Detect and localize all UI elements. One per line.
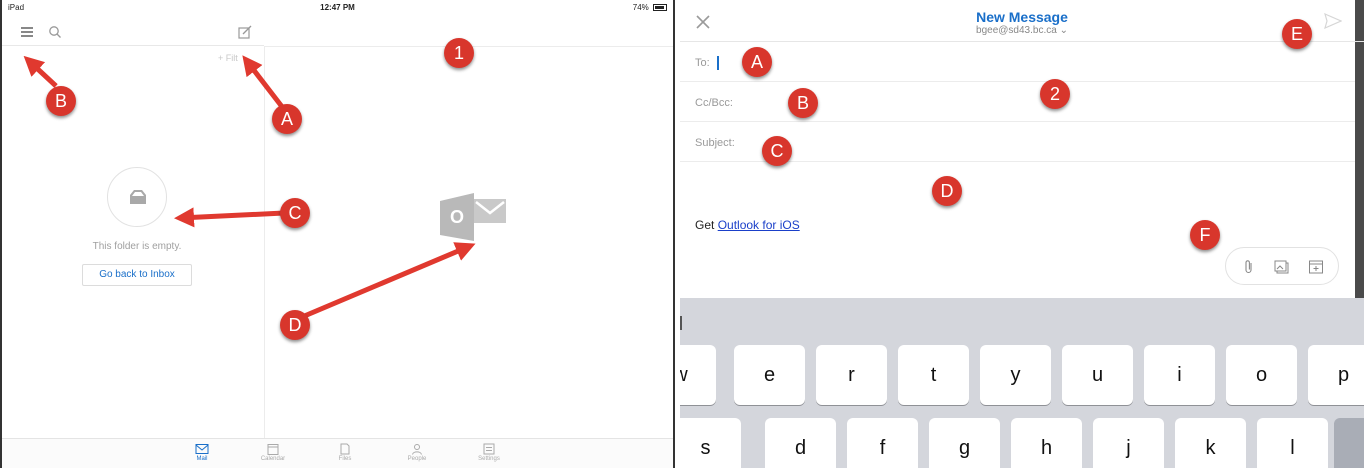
attachment-toolbar xyxy=(1225,247,1339,285)
tab-calendar-label: Calendar xyxy=(260,456,286,462)
compose-header: New Message bgee@sd43.bc.ca ⌄ xyxy=(680,0,1364,42)
chevron-down-icon: ⌄ xyxy=(1059,25,1068,36)
files-icon xyxy=(340,443,350,455)
calendar-icon xyxy=(267,444,279,455)
outlook-logo-icon: O xyxy=(440,193,506,241)
badge-right-f: F xyxy=(1190,220,1220,250)
cc-bcc-field-row: Cc/Bcc: xyxy=(680,82,1355,122)
mail-icon xyxy=(195,444,209,454)
badge-left-d: D xyxy=(280,310,310,340)
photo-icon[interactable] xyxy=(1274,259,1290,275)
new-message-panel: New Message bgee@sd43.bc.ca ⌄ To: Cc/Bcc… xyxy=(680,0,1364,468)
empty-folder-message: This folder is empty. xyxy=(92,241,182,252)
badge-right-e: E xyxy=(1282,19,1312,49)
key-f[interactable]: f xyxy=(847,418,918,468)
key-e[interactable]: e xyxy=(734,345,805,405)
on-screen-keyboard: w e r t y u i o p s d f g h j k l xyxy=(680,298,1364,468)
compose-icon[interactable] xyxy=(238,25,252,39)
tab-mail[interactable]: Mail xyxy=(182,443,222,462)
badge-left-b: B xyxy=(46,86,76,116)
badge-left-c: C xyxy=(280,198,310,228)
key-r[interactable]: r xyxy=(816,345,887,405)
key-h[interactable]: h xyxy=(1011,418,1082,468)
badge-right-d: D xyxy=(932,176,962,206)
account-selector[interactable]: bgee@sd43.bc.ca ⌄ xyxy=(680,25,1364,36)
tab-calendar[interactable]: Calendar xyxy=(253,443,293,462)
paperclip-icon[interactable] xyxy=(1241,259,1257,275)
tab-people-label: People xyxy=(407,456,427,462)
key-u[interactable]: u xyxy=(1062,345,1133,405)
mail-list-toolbar xyxy=(2,18,264,46)
key-return[interactable] xyxy=(1334,418,1364,468)
tab-settings[interactable]: Settings xyxy=(469,443,509,462)
badge-number-1: 1 xyxy=(444,38,474,68)
cc-bcc-label: Cc/Bcc: xyxy=(695,97,733,109)
badge-right-c: C xyxy=(762,136,792,166)
pane-divider xyxy=(264,46,265,438)
inbox-tray-icon xyxy=(130,190,146,204)
text-cursor xyxy=(717,56,719,70)
outlook-mail-panel: iPad 12:47 PM 74% + Filt This folder is … xyxy=(0,0,675,468)
search-icon[interactable] xyxy=(48,25,62,39)
people-icon xyxy=(412,444,422,455)
badge-left-a: A xyxy=(272,104,302,134)
compose-title: New Message xyxy=(976,9,1068,25)
outlook-logo-letter: O xyxy=(450,207,464,227)
key-p[interactable]: p xyxy=(1308,345,1364,405)
key-d[interactable]: d xyxy=(765,418,836,468)
filter-button[interactable]: + Filt xyxy=(218,53,238,63)
status-bar: iPad 12:47 PM 74% xyxy=(2,0,673,16)
tab-settings-label: Settings xyxy=(478,456,500,462)
window-edge xyxy=(1355,0,1364,300)
empty-inbox-illustration xyxy=(107,167,167,227)
message-body[interactable]: Get Outlook for iOS xyxy=(695,218,800,232)
tab-files-label: Files xyxy=(338,456,352,462)
key-g[interactable]: g xyxy=(929,418,1000,468)
tab-people[interactable]: People xyxy=(397,443,437,462)
key-l[interactable]: l xyxy=(1257,418,1328,468)
keyboard-suggestion-bar xyxy=(680,298,1364,340)
calendar-add-icon[interactable] xyxy=(1308,259,1324,275)
key-o[interactable]: o xyxy=(1226,345,1297,405)
key-w[interactable]: w xyxy=(680,345,716,405)
outlook-for-ios-link[interactable]: Outlook for iOS xyxy=(718,218,800,232)
to-field-row: To: xyxy=(680,42,1355,82)
battery-icon xyxy=(653,4,667,11)
account-email: bgee@sd43.bc.ca xyxy=(976,25,1057,36)
subject-label: Subject: xyxy=(695,137,735,149)
go-back-to-inbox-button[interactable]: Go back to Inbox xyxy=(82,264,192,286)
key-t[interactable]: t xyxy=(898,345,969,405)
signature-prefix: Get xyxy=(695,218,718,232)
to-label: To: xyxy=(695,57,710,69)
tab-files[interactable]: Files xyxy=(325,443,365,462)
key-j[interactable]: j xyxy=(1093,418,1164,468)
status-time: 12:47 PM xyxy=(320,3,355,12)
key-s[interactable]: s xyxy=(680,418,741,468)
send-icon[interactable] xyxy=(1324,13,1342,29)
hamburger-menu-icon[interactable] xyxy=(21,27,33,37)
battery-percent: 74% xyxy=(632,3,649,12)
battery-status: 74% xyxy=(633,3,667,12)
tab-mail-label: Mail xyxy=(196,456,208,462)
key-k[interactable]: k xyxy=(1175,418,1246,468)
key-y[interactable]: y xyxy=(980,345,1051,405)
badge-right-b: B xyxy=(788,88,818,118)
key-i[interactable]: i xyxy=(1144,345,1215,405)
bottom-tab-bar: Mail Calendar Files People Settings xyxy=(2,438,673,468)
suggestion-cursor xyxy=(680,316,682,330)
badge-number-2: 2 xyxy=(1040,79,1070,109)
settings-icon xyxy=(483,443,495,455)
badge-right-a: A xyxy=(742,47,772,77)
